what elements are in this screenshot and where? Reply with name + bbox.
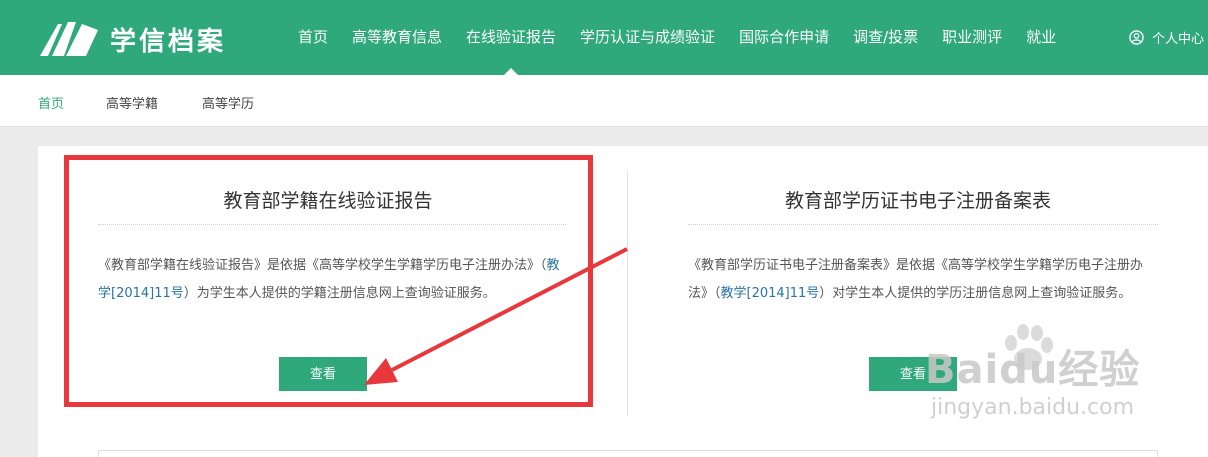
- user-center-label: 个人中心: [1151, 32, 1204, 47]
- view-degree-registration-button[interactable]: 查看: [869, 357, 957, 391]
- book-logo-icon: [40, 22, 98, 56]
- column-divider: [627, 170, 628, 416]
- nav-item-career-assessment[interactable]: 职业测评: [930, 0, 1014, 75]
- card-degree-registration: 教育部学历证书电子注册备案表 《教育部学历证书电子注册备案表》是依据《高等学校学…: [658, 146, 1178, 426]
- user-center-link[interactable]: 个人中心: [1129, 0, 1204, 75]
- card-enrollment-report: 教育部学籍在线验证报告 《教育部学籍在线验证报告》是依据《高等学校学生学籍学历电…: [68, 146, 588, 426]
- description-text-end: ）对学生本人提供的学历注册信息网上查询验证服务。: [819, 286, 1132, 301]
- subnav-item-home[interactable]: 首页: [38, 93, 64, 112]
- site-logo[interactable]: 学信档案: [38, 18, 248, 60]
- card-title: 教育部学历证书电子注册备案表: [784, 190, 1051, 212]
- card-divider: [688, 224, 1158, 225]
- regulation-link[interactable]: 教学[2014]11号: [721, 286, 820, 301]
- card-title: 教育部学籍在线验证报告: [223, 190, 433, 212]
- subnav-item-higher-degree[interactable]: 高等学历: [202, 93, 254, 112]
- card-divider: [98, 224, 566, 225]
- logo-text: 学信档案: [110, 26, 227, 57]
- description-text: 《教育部学籍在线验证报告》是依据《高等学校学生学籍学历电子注册办法》（: [98, 258, 547, 273]
- user-icon: [1129, 30, 1144, 45]
- top-navigation-bar: 学信档案 首页 高等教育信息 在线验证报告 学历认证与成绩验证 国际合作申请 调…: [0, 0, 1208, 75]
- nav-item-international-cooperation[interactable]: 国际合作申请: [727, 0, 841, 75]
- nav-item-online-verification-report[interactable]: 在线验证报告: [454, 0, 568, 75]
- nav-item-degree-certification[interactable]: 学历认证与成绩验证: [568, 0, 727, 75]
- subnav-item-higher-enrollment[interactable]: 高等学籍: [106, 93, 158, 112]
- nav-item-home[interactable]: 首页: [286, 0, 340, 75]
- main-nav: 首页 高等教育信息 在线验证报告 学历认证与成绩验证 国际合作申请 调查/投票 …: [286, 0, 1068, 75]
- lower-section-box: [98, 450, 1158, 457]
- sub-navigation: 首页 高等学籍 高等学历: [0, 75, 1208, 127]
- nav-item-survey-vote[interactable]: 调查/投票: [841, 0, 930, 75]
- card-description: 《教育部学历证书电子注册备案表》是依据《高等学校学生学籍学历电子注册办法》（教学…: [688, 252, 1158, 308]
- view-enrollment-report-button[interactable]: 查看: [279, 357, 367, 391]
- nav-item-higher-education-info[interactable]: 高等教育信息: [340, 0, 454, 75]
- description-text-end: ）为学生本人提供的学籍注册信息网上查询验证服务。: [183, 286, 496, 301]
- card-description: 《教育部学籍在线验证报告》是依据《高等学校学生学籍学历电子注册办法》（教学[20…: [98, 252, 568, 308]
- nav-item-employment[interactable]: 就业: [1014, 0, 1068, 75]
- report-panel: 教育部学籍在线验证报告 《教育部学籍在线验证报告》是依据《高等学校学生学籍学历电…: [38, 146, 1208, 457]
